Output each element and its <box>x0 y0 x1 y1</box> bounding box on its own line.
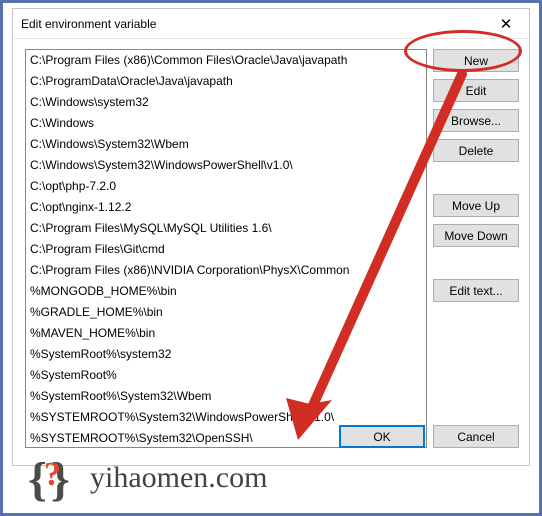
dialog-window: Edit environment variable ✕ C:\Program F… <box>12 8 530 466</box>
cancel-button-label: Cancel <box>457 430 494 444</box>
question-mark-icon: ? <box>44 456 61 494</box>
browse-button-label: Browse... <box>451 114 501 128</box>
list-item[interactable]: C:\opt\nginx-1.12.2 <box>26 197 426 218</box>
browse-button[interactable]: Browse... <box>433 109 519 132</box>
edittext-button-label: Edit text... <box>449 284 502 298</box>
list-item[interactable]: %SystemRoot%\system32 <box>26 344 426 365</box>
list-item[interactable]: C:\Windows\System32\WindowsPowerShell\v1… <box>26 155 426 176</box>
bottom-buttons: OK Cancel <box>339 425 519 455</box>
list-item[interactable]: C:\Program Files (x86)\NVIDIA Corporatio… <box>26 260 426 281</box>
list-item[interactable]: C:\Windows\system32 <box>26 92 426 113</box>
movedown-button[interactable]: Move Down <box>433 224 519 247</box>
moveup-button-label: Move Up <box>452 199 500 213</box>
movedown-button-label: Move Down <box>444 229 507 243</box>
edittext-button[interactable]: Edit text... <box>433 279 519 302</box>
ok-button[interactable]: OK <box>339 425 425 448</box>
watermark: { } ? yihaomen.com <box>28 452 267 504</box>
edit-button-label: Edit <box>466 84 487 98</box>
cancel-button[interactable]: Cancel <box>433 425 519 448</box>
ok-button-label: OK <box>373 430 390 444</box>
list-item[interactable]: %MONGODB_HOME%\bin <box>26 281 426 302</box>
window-title: Edit environment variable <box>13 17 156 31</box>
close-button[interactable]: ✕ <box>483 9 529 39</box>
list-item[interactable]: C:\Windows <box>26 113 426 134</box>
side-buttons: New Edit Browse... Delete Move Up Move D… <box>433 49 519 309</box>
new-button[interactable]: New <box>433 49 519 72</box>
list-item[interactable]: %SystemRoot%\System32\Wbem <box>26 386 426 407</box>
list-item[interactable]: C:\ProgramData\Oracle\Java\javapath <box>26 71 426 92</box>
edit-button[interactable]: Edit <box>433 79 519 102</box>
titlebar: Edit environment variable ✕ <box>13 9 529 39</box>
new-button-label: New <box>464 54 488 68</box>
moveup-button[interactable]: Move Up <box>433 194 519 217</box>
path-listbox[interactable]: C:\Program Files (x86)\Common Files\Orac… <box>25 49 427 448</box>
content-area: C:\Program Files (x86)\Common Files\Orac… <box>23 49 519 455</box>
delete-button[interactable]: Delete <box>433 139 519 162</box>
watermark-logo: { } ? <box>28 452 80 504</box>
list-item[interactable]: %GRADLE_HOME%\bin <box>26 302 426 323</box>
list-item[interactable]: C:\Program Files\MySQL\MySQL Utilities 1… <box>26 218 426 239</box>
list-item[interactable]: %MAVEN_HOME%\bin <box>26 323 426 344</box>
list-item[interactable]: C:\Program Files\Git\cmd <box>26 239 426 260</box>
list-item[interactable]: C:\Windows\System32\Wbem <box>26 134 426 155</box>
close-icon: ✕ <box>500 15 513 33</box>
delete-button-label: Delete <box>459 144 494 158</box>
list-item[interactable]: C:\opt\php-7.2.0 <box>26 176 426 197</box>
list-item[interactable]: %SystemRoot% <box>26 365 426 386</box>
watermark-text: yihaomen.com <box>90 461 267 495</box>
list-item[interactable]: C:\Program Files (x86)\Common Files\Orac… <box>26 50 426 71</box>
